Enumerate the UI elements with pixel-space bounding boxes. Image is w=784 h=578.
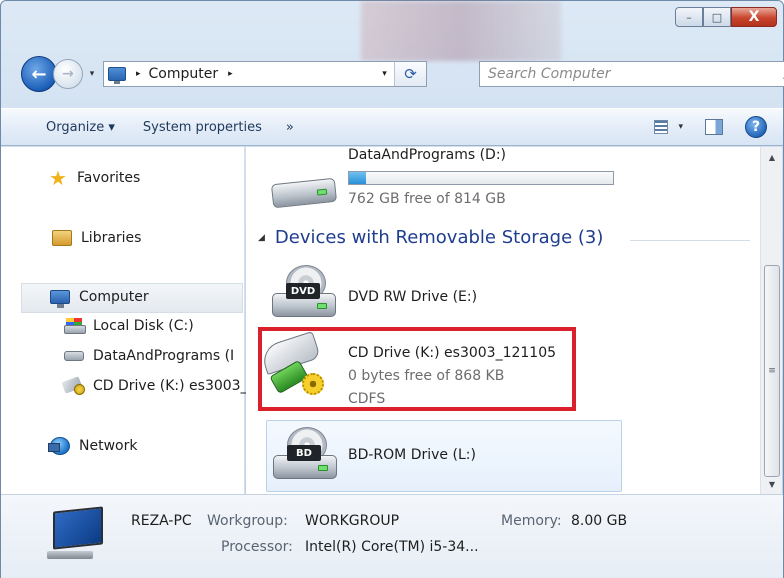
drive-free-space: 0 bytes free of 868 KB — [348, 368, 505, 384]
more-commands-button[interactable]: » — [276, 120, 304, 135]
sidebar-item-favorites[interactable]: ★ Favorites — [47, 166, 141, 190]
hard-drive-icon — [270, 165, 338, 209]
network-icon — [48, 437, 71, 455]
title-buttons: – □ X — [675, 7, 777, 27]
scroll-up-button[interactable]: ▲ — [761, 147, 783, 167]
sidebar-item-label: Local Disk (C:) — [93, 318, 194, 334]
dvd-drive-icon: DVD — [272, 265, 336, 317]
refresh-button[interactable]: ⟳ — [394, 62, 426, 86]
star-icon: ★ — [49, 166, 67, 190]
forward-button[interactable]: → — [53, 59, 83, 89]
system-properties-button[interactable]: System properties — [129, 109, 276, 145]
computer-icon — [49, 288, 71, 308]
pc-name: REZA-PC — [131, 513, 192, 529]
drive-badge: DVD — [286, 283, 320, 299]
sidebar-item-label: Libraries — [81, 230, 142, 246]
scroll-down-button[interactable]: ▼ — [761, 474, 783, 494]
processor-value: Intel(R) Core(TM) i5-34... — [305, 539, 479, 555]
sidebar-item-label: Favorites — [77, 170, 141, 186]
vertical-scrollbar[interactable]: ▲ ≡ ▼ — [760, 147, 782, 494]
drive-name: BD-ROM Drive (L:) — [348, 447, 476, 463]
sidebar-item-local-disk-c[interactable]: Local Disk (C:) — [63, 317, 194, 335]
sidebar-item-label: Network — [79, 438, 138, 454]
group-header-label: Devices with Removable Storage (3) — [274, 227, 604, 248]
memory-value: 8.00 GB — [571, 513, 628, 529]
navigation-pane: ★ Favorites Libraries Computer Local Dis… — [1, 147, 248, 494]
sidebar-item-cd-drive-k[interactable]: CD Drive (K:) es3003_ — [63, 377, 248, 395]
libraries-icon — [51, 229, 73, 247]
background-blur — [361, 1, 561, 61]
change-view-button[interactable]: ▾ — [654, 120, 683, 134]
organize-menu[interactable]: Organize ▾ — [1, 109, 129, 145]
drive-icon — [63, 347, 85, 365]
group-header-removable[interactable]: ◢ Devices with Removable Storage (3) — [258, 227, 603, 248]
drive-name: DVD RW Drive (E:) — [348, 289, 478, 305]
computer-icon — [47, 506, 103, 561]
drive-name: CD Drive (K:) es3003_121105 — [348, 345, 557, 361]
breadcrumb-separator[interactable]: ▸ — [136, 69, 141, 79]
breadcrumb-computer[interactable]: Computer — [149, 66, 219, 82]
maximize-button[interactable]: □ — [703, 7, 731, 27]
scroll-thumb[interactable]: ≡ — [764, 265, 780, 477]
workgroup-label: Workgroup: — [207, 513, 288, 529]
search-box[interactable]: Search Computer ⌕ — [479, 61, 784, 87]
search-input[interactable]: Search Computer — [488, 66, 774, 82]
minimize-button[interactable]: – — [675, 7, 703, 27]
search-icon[interactable]: ⌕ — [774, 65, 784, 83]
sidebar-item-label: DataAndPrograms (I — [93, 348, 235, 364]
close-button[interactable]: X — [731, 7, 777, 27]
drive-usage-fill — [349, 172, 366, 184]
navigation-row: ← → ▾ ▸ Computer ▸ ▾ ⟳ Search Computer ⌕ — [21, 56, 784, 92]
sidebar-item-label: CD Drive (K:) es3003_ — [93, 378, 248, 394]
drive-usage-bar — [348, 171, 614, 185]
content-pane: DataAndPrograms (D:) 762 GB free of 814 … — [246, 147, 760, 494]
sidebar-item-network[interactable]: Network — [48, 437, 138, 455]
drive-item-bd-rom[interactable]: BD BD-ROM Drive (L:) — [266, 420, 622, 492]
help-icon[interactable]: ? — [745, 116, 767, 138]
local-disk-icon — [63, 317, 86, 335]
chevron-down-icon[interactable]: ▾ — [678, 122, 683, 132]
breadcrumb-separator[interactable]: ▸ — [228, 69, 233, 79]
sidebar-item-dataandprograms[interactable]: DataAndPrograms (I — [63, 347, 234, 365]
drive-badge: BD — [287, 445, 321, 461]
workgroup-value: WORKGROUP — [305, 513, 400, 529]
back-button[interactable]: ← — [21, 56, 57, 92]
command-bar: Organize ▾ System properties » ▾ ? — [1, 108, 783, 146]
cd-drive-icon — [63, 377, 85, 395]
group-divider — [630, 240, 750, 241]
sidebar-item-libraries[interactable]: Libraries — [51, 229, 141, 247]
sidebar-item-label: Computer — [79, 289, 149, 305]
sidebar-item-computer[interactable]: Computer — [49, 288, 149, 308]
drive-free-space: 762 GB free of 814 GB — [348, 191, 506, 207]
collapse-triangle-icon[interactable]: ◢ — [258, 233, 265, 243]
memory-label: Memory: — [501, 513, 562, 529]
autorun-setup-icon — [259, 331, 326, 405]
address-bar[interactable]: ▸ Computer ▸ ▾ ⟳ — [103, 61, 427, 87]
details-pane: REZA-PC Workgroup: WORKGROUP Memory: 8.0… — [1, 494, 783, 578]
drive-name: DataAndPrograms (D:) — [348, 147, 506, 163]
address-dropdown-button[interactable]: ▾ — [374, 62, 394, 86]
drive-filesystem: CDFS — [348, 391, 386, 407]
computer-icon — [108, 67, 126, 84]
recent-pages-dropdown[interactable]: ▾ — [85, 69, 99, 79]
view-icon — [654, 120, 669, 134]
processor-label: Processor: — [221, 539, 293, 555]
bd-drive-icon: BD — [273, 427, 337, 479]
preview-pane-icon[interactable] — [705, 119, 723, 135]
